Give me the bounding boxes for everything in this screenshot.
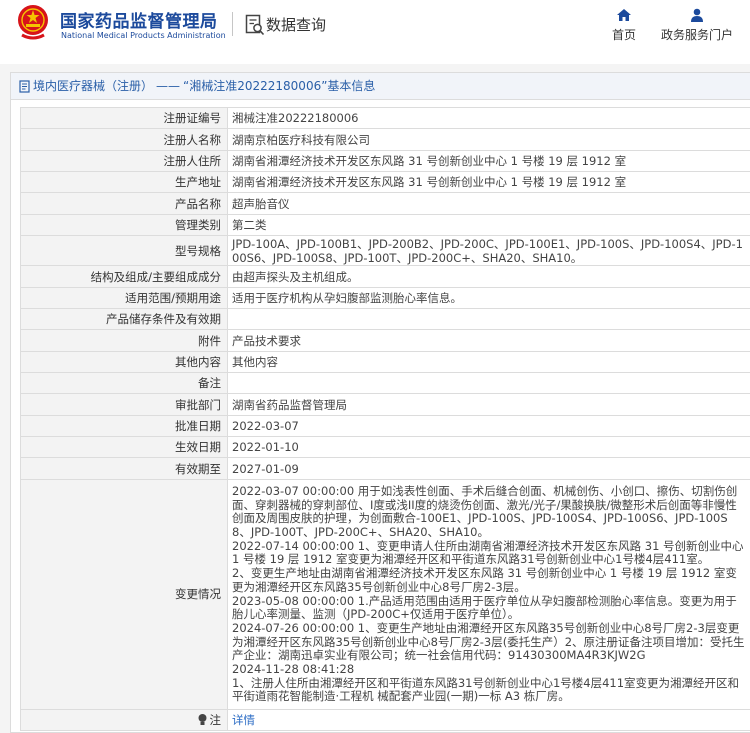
nav-service-label: 政务服务门户 bbox=[660, 28, 733, 42]
table-row: 附件 产品技术要求 bbox=[20, 329, 750, 352]
table-row: 注册证编号 湘械注准20222180006 bbox=[20, 107, 750, 129]
table-row: 注册人名称 湖南京柏医疗科技有限公司 bbox=[20, 128, 750, 151]
approval-dept-value: 湖南省药品监督管理局 bbox=[227, 393, 750, 416]
other-content-value: 其他内容 bbox=[227, 351, 750, 373]
breadcrumb: 境内医疗器械（注册） —— “湘械注准20222180006”基本信息 bbox=[11, 73, 750, 100]
approval-dept-label: 审批部门 bbox=[20, 393, 228, 416]
registrant-name-label: 注册人名称 bbox=[20, 128, 228, 151]
attachment-value: 产品技术要求 bbox=[227, 329, 750, 352]
management-class-label: 管理类别 bbox=[20, 214, 228, 236]
table-row: 备注 bbox=[20, 372, 750, 394]
approval-date-label: 批准日期 bbox=[20, 415, 228, 437]
product-name-value: 超声胎音仪 bbox=[227, 192, 750, 215]
national-emblem-icon bbox=[18, 5, 48, 40]
product-name-label: 产品名称 bbox=[20, 192, 228, 215]
change-history-label: 变更情况 bbox=[20, 479, 228, 710]
document-icon bbox=[19, 80, 30, 93]
table-row: 产品名称 超声胎音仪 bbox=[20, 192, 750, 215]
nav-home[interactable]: 首页 bbox=[604, 8, 644, 43]
change-history-value: 2022-03-07 00:00:00 用于如浅表性创面、手术后缝合创面、机械创… bbox=[227, 479, 750, 710]
management-class-value: 第二类 bbox=[227, 214, 750, 236]
other-content-label: 其他内容 bbox=[20, 351, 228, 373]
details-link[interactable]: 详情 bbox=[232, 713, 255, 727]
site-header: 国家药品监督管理局 National Medical Products Admi… bbox=[0, 0, 750, 50]
change-entry: 2022-03-07 00:00:00 用于如浅表性创面、手术后缝合创面、机械创… bbox=[232, 483, 738, 539]
data-query-title[interactable]: 数据查询 bbox=[266, 14, 326, 35]
table-row: 其他内容 其他内容 bbox=[20, 351, 750, 373]
table-row: 生效日期 2022-01-10 bbox=[20, 436, 750, 458]
effective-date-label: 生效日期 bbox=[20, 436, 228, 458]
home-icon bbox=[617, 9, 631, 21]
change-entry: 2022-07-14 00:00:00 1、变更申请人住所由湖南省湘潭经济技术开… bbox=[232, 538, 744, 567]
nav-service-portal[interactable]: 政务服务门户 bbox=[656, 8, 738, 43]
table-row: 结构及组成/主要组成成分 由超声探头及主机组成。 bbox=[20, 265, 750, 288]
table-row: 注详情 bbox=[20, 709, 750, 731]
storage-conditions-label: 产品储存条件及有效期 bbox=[20, 308, 228, 330]
reg-number-label: 注册证编号 bbox=[20, 107, 228, 129]
registrant-address-label: 注册人住所 bbox=[20, 150, 228, 172]
registrant-name-value: 湖南京柏医疗科技有限公司 bbox=[227, 128, 750, 151]
valid-until-value: 2027-01-09 bbox=[227, 457, 750, 480]
breadcrumb-section[interactable]: 境内医疗器械（注册） bbox=[33, 79, 153, 93]
model-spec-value: JPD-100A、JPD-100B1、JPD-200B2、JPD-200C、JP… bbox=[227, 235, 750, 266]
registrant-address-value: 湖南省湘潭经济技术开发区东风路 31 号创新创业中心 1 号楼 19 层 191… bbox=[227, 150, 750, 172]
table-row: 审批部门 湖南省药品监督管理局 bbox=[20, 393, 750, 416]
nav-home-label: 首页 bbox=[611, 28, 636, 42]
change-entry: 2、变更生产地址由湖南省湘潭经济技术开发区东风路 31 号创新创业中心 1 号楼… bbox=[232, 566, 737, 594]
note-label: 注 bbox=[209, 713, 222, 727]
remarks-label: 备注 bbox=[20, 372, 228, 394]
record-table: 注册证编号 湘械注准20222180006 注册人名称 湖南京柏医疗科技有限公司 注册人… bbox=[20, 107, 750, 731]
user-icon bbox=[691, 8, 703, 22]
change-entry: 1、注册人住所由湘潭经开区和平街道东风路31号创新创业中心1号楼4层411室变更… bbox=[232, 675, 740, 704]
table-row: 型号规格 JPD-100A、JPD-100B1、JPD-200B2、JPD-200… bbox=[20, 235, 750, 266]
note-label-cell: 注 bbox=[20, 709, 228, 731]
breadcrumb-current: “湘械注准20222180006”基本信息 bbox=[183, 79, 376, 93]
site-title[interactable]: 国家药品监督管理局 bbox=[60, 7, 218, 32]
composition-label: 结构及组成/主要组成成分 bbox=[20, 265, 228, 288]
intended-use-value: 适用于医疗机构从孕妇腹部监测胎心率信息。 bbox=[227, 287, 750, 309]
table-row: 管理类别 第二类 bbox=[20, 214, 750, 236]
table-row: 生产地址 湖南省湘潭经济技术开发区东风路 31 号创新创业中心 1 号楼 19 层… bbox=[20, 171, 750, 193]
remarks-value bbox=[227, 372, 750, 394]
lightbulb-icon bbox=[198, 714, 206, 725]
change-entry: 2024-07-26 00:00:00 1、变更生产地址由湘潭经开区东风路35号… bbox=[232, 620, 745, 663]
valid-until-label: 有效期至 bbox=[20, 457, 228, 480]
table-row: 适用范围/预期用途 适用于医疗机构从孕妇腹部监测胎心率信息。 bbox=[20, 287, 750, 309]
effective-date-value: 2022-01-10 bbox=[227, 436, 750, 458]
table-row: 注册人住所 湖南省湘潭经济技术开发区东风路 31 号创新创业中心 1 号楼 19 … bbox=[20, 150, 750, 172]
change-entry: 2024-11-28 08:41:28 bbox=[232, 662, 355, 677]
table-row: 变更情况 2022-03-07 00:00:00 用于如浅表性创面、手术后缝合创面… bbox=[20, 479, 750, 710]
header-divider bbox=[232, 12, 233, 36]
change-entry: 2023-05-08 00:00:00 1.产品适用范围由适用于医疗单位从孕妇腹… bbox=[232, 593, 737, 622]
data-query-icon bbox=[245, 14, 265, 36]
note-value-cell: 详情 bbox=[227, 709, 750, 731]
breadcrumb-separator: —— bbox=[156, 79, 181, 93]
composition-value: 由超声探头及主机组成。 bbox=[227, 265, 750, 288]
table-row: 产品储存条件及有效期 bbox=[20, 308, 750, 330]
storage-conditions-value bbox=[227, 308, 750, 330]
approval-date-value: 2022-03-07 bbox=[227, 415, 750, 437]
table-row: 有效期至 2027-01-09 bbox=[20, 457, 750, 480]
intended-use-label: 适用范围/预期用途 bbox=[20, 287, 228, 309]
model-spec-label: 型号规格 bbox=[20, 235, 228, 266]
detail-panel: 境内医疗器械（注册） —— “湘械注准20222180006”基本信息 注册证编号湘… bbox=[10, 72, 750, 733]
site-subtitle: National Medical Products Administration bbox=[61, 31, 226, 40]
production-address-label: 生产地址 bbox=[20, 171, 228, 193]
table-row: 批准日期 2022-03-07 bbox=[20, 415, 750, 437]
attachment-label: 附件 bbox=[20, 329, 228, 352]
reg-number-value: 湘械注准20222180006 bbox=[227, 107, 750, 129]
production-address-value: 湖南省湘潭经济技术开发区东风路 31 号创新创业中心 1 号楼 19 层 191… bbox=[227, 171, 750, 193]
